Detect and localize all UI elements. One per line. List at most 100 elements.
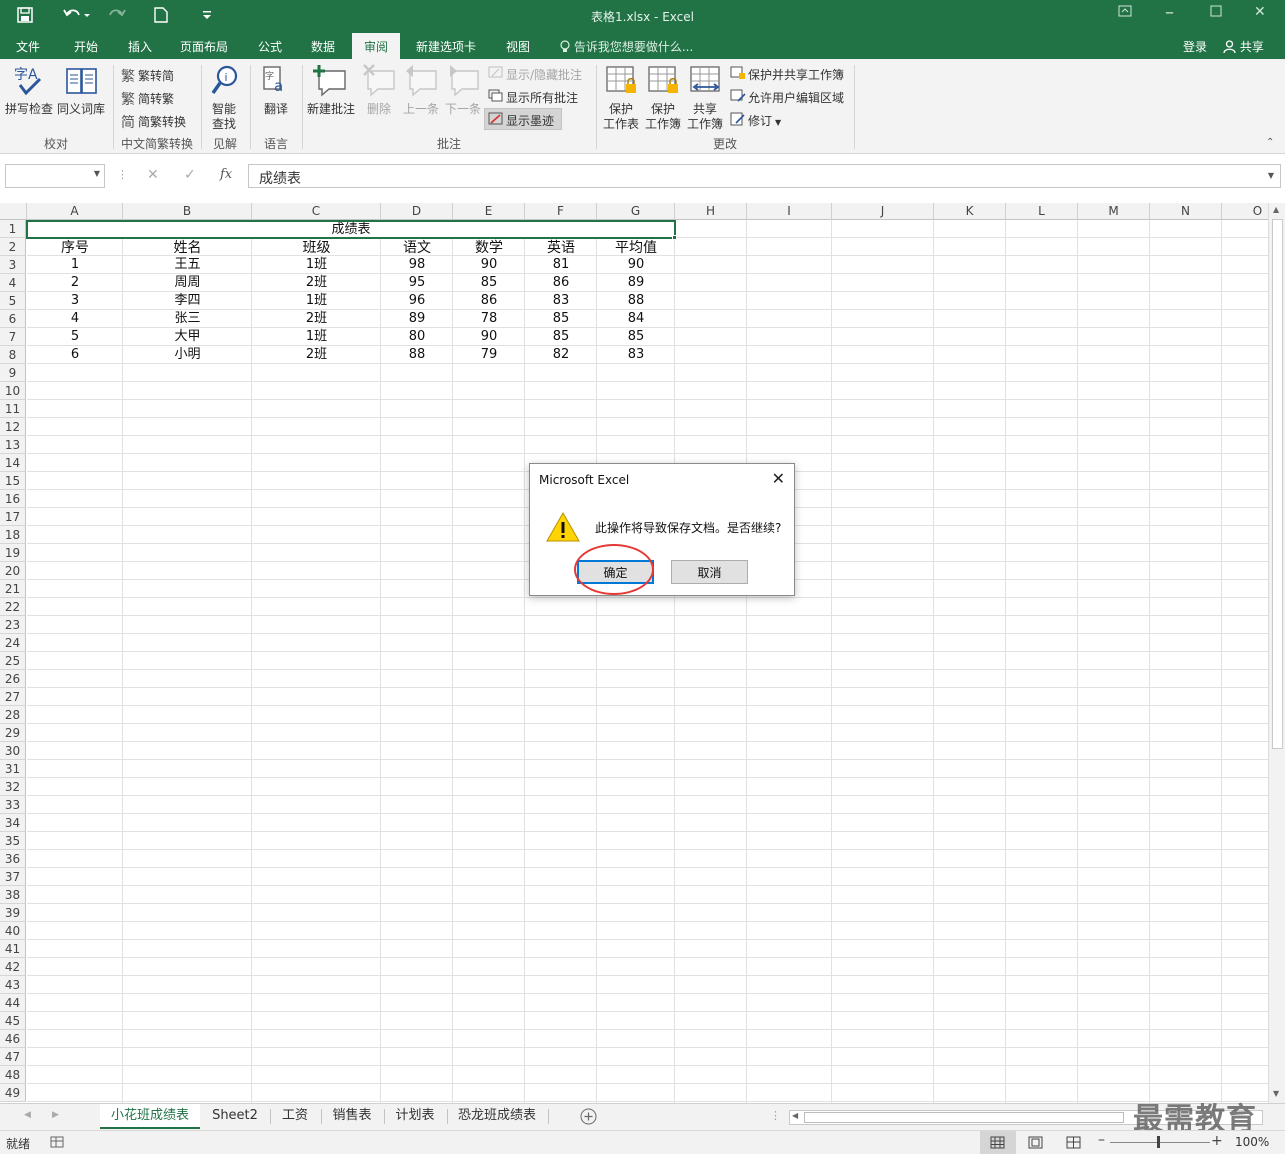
row-header[interactable]: 11 xyxy=(0,400,26,418)
data-cell[interactable]: 86 xyxy=(453,292,525,310)
zoom-slider-track[interactable] xyxy=(1110,1142,1210,1143)
row-header[interactable]: 8 xyxy=(0,346,26,364)
column-header[interactable]: K xyxy=(934,203,1006,220)
data-cell[interactable]: 90 xyxy=(453,256,525,274)
data-cell[interactable]: 3 xyxy=(27,292,123,310)
row-header[interactable]: 22 xyxy=(0,598,26,616)
data-cell[interactable]: 5 xyxy=(27,328,123,346)
data-cell[interactable]: 96 xyxy=(381,292,453,310)
tab-review[interactable]: 审阅 xyxy=(352,33,401,59)
protect-sheet-icon[interactable] xyxy=(606,65,638,100)
spell-check-icon[interactable]: 字A xyxy=(14,65,44,100)
select-all-corner[interactable] xyxy=(0,203,27,220)
data-cell[interactable]: 85 xyxy=(525,328,597,346)
row-header[interactable]: 44 xyxy=(0,994,26,1012)
spell-check-button[interactable]: 拼写检查 xyxy=(5,100,53,117)
chevron-down-icon[interactable]: ▼ xyxy=(94,169,100,178)
header-cell[interactable]: 英语 xyxy=(525,239,597,257)
horizontal-scroll-thumb[interactable] xyxy=(804,1112,1124,1123)
row-header[interactable]: 10 xyxy=(0,382,26,400)
data-cell[interactable]: 83 xyxy=(525,292,597,310)
data-cell[interactable]: 85 xyxy=(597,328,675,346)
tab-insert[interactable]: 插入 xyxy=(128,38,152,55)
row-header[interactable]: 19 xyxy=(0,544,26,562)
tab-formulas[interactable]: 公式 xyxy=(258,38,282,55)
track-changes-button[interactable]: 修订 ▼ xyxy=(748,112,781,129)
row-header[interactable]: 14 xyxy=(0,454,26,472)
row-header[interactable]: 4 xyxy=(0,274,26,292)
header-cell[interactable]: 班级 xyxy=(252,239,381,257)
header-cell[interactable]: 平均值 xyxy=(597,239,675,257)
confirm-entry-icon[interactable]: ✓ xyxy=(184,167,196,183)
data-cell[interactable]: 85 xyxy=(453,274,525,292)
data-cell[interactable]: 88 xyxy=(381,346,453,364)
data-cell[interactable]: 80 xyxy=(381,328,453,346)
sheet-tab[interactable]: 工资 xyxy=(272,1104,318,1129)
previous-comment-button[interactable]: 上一条 xyxy=(403,100,439,117)
row-header[interactable]: 46 xyxy=(0,1030,26,1048)
row-header[interactable]: 39 xyxy=(0,904,26,922)
cancel-button[interactable]: 取消 xyxy=(671,560,748,584)
row-header[interactable]: 25 xyxy=(0,652,26,670)
minimize-icon[interactable]: – xyxy=(1165,2,1174,23)
delete-comment-button[interactable]: 删除 xyxy=(367,100,391,117)
page-layout-view-icon[interactable] xyxy=(1028,1136,1043,1152)
add-sheet-icon[interactable] xyxy=(580,1108,597,1128)
row-header[interactable]: 13 xyxy=(0,436,26,454)
row-header[interactable]: 23 xyxy=(0,616,26,634)
row-header[interactable]: 45 xyxy=(0,1012,26,1030)
next-comment-button[interactable]: 下一条 xyxy=(445,100,481,117)
next-sheet-icon[interactable]: ▶ xyxy=(52,1110,59,1120)
protect-share-button[interactable]: 保护并共享工作簿 xyxy=(748,66,844,83)
close-icon[interactable]: ✕ xyxy=(1254,4,1266,20)
prev-sheet-icon[interactable]: ◀ xyxy=(24,1110,31,1120)
vertical-scrollbar[interactable]: ▲ ▼ xyxy=(1268,203,1285,1103)
tab-new-tab[interactable]: 新建选项卡 xyxy=(416,38,476,55)
data-cell[interactable]: 88 xyxy=(597,292,675,310)
chevron-down-icon[interactable]: ▼ xyxy=(1268,171,1274,180)
row-header[interactable]: 12 xyxy=(0,418,26,436)
data-cell[interactable]: 2班 xyxy=(252,274,381,292)
sheet-tab-active[interactable]: 小花班成绩表 xyxy=(100,1104,200,1129)
data-cell[interactable]: 2班 xyxy=(252,346,381,364)
row-header[interactable]: 24 xyxy=(0,634,26,652)
data-cell[interactable]: 89 xyxy=(597,274,675,292)
row-header[interactable]: 26 xyxy=(0,670,26,688)
tab-data[interactable]: 数据 xyxy=(311,38,335,55)
column-header[interactable]: I xyxy=(747,203,832,220)
data-cell[interactable]: 张三 xyxy=(123,310,252,328)
scroll-left-icon[interactable]: ◀ xyxy=(792,1111,798,1120)
row-header[interactable]: 18 xyxy=(0,526,26,544)
data-cell[interactable]: 81 xyxy=(525,256,597,274)
tab-view[interactable]: 视图 xyxy=(506,38,530,55)
row-header[interactable]: 30 xyxy=(0,742,26,760)
ribbon-display-icon[interactable] xyxy=(1118,5,1132,20)
column-header[interactable]: O xyxy=(1222,203,1268,220)
row-header[interactable]: 36 xyxy=(0,850,26,868)
row-header[interactable]: 35 xyxy=(0,832,26,850)
sign-in-link[interactable]: 登录 xyxy=(1183,38,1207,55)
row-header[interactable]: 38 xyxy=(0,886,26,904)
data-cell[interactable]: 95 xyxy=(381,274,453,292)
data-cell[interactable]: 89 xyxy=(381,310,453,328)
data-cell[interactable]: 86 xyxy=(525,274,597,292)
data-cell[interactable]: 周周 xyxy=(123,274,252,292)
row-header[interactable]: 29 xyxy=(0,724,26,742)
row-header[interactable]: 3 xyxy=(0,256,26,274)
column-header[interactable]: B xyxy=(123,203,252,220)
insert-function-icon[interactable]: fx xyxy=(220,167,232,182)
delete-comment-icon[interactable] xyxy=(362,63,398,100)
tab-page-layout[interactable]: 页面布局 xyxy=(180,38,228,55)
row-header[interactable]: 15 xyxy=(0,472,26,490)
row-header[interactable]: 16 xyxy=(0,490,26,508)
data-cell[interactable]: 6 xyxy=(27,346,123,364)
data-cell[interactable]: 4 xyxy=(27,310,123,328)
show-ink-button[interactable]: 显示墨迹 xyxy=(506,112,554,129)
header-cell[interactable]: 序号 xyxy=(27,239,123,257)
row-header[interactable]: 40 xyxy=(0,922,26,940)
next-comment-icon[interactable] xyxy=(446,63,482,100)
data-cell[interactable]: 85 xyxy=(525,310,597,328)
smart-lookup-button-line2[interactable]: 查找 xyxy=(212,115,236,132)
page-break-view-icon[interactable] xyxy=(1066,1136,1081,1152)
row-header[interactable]: 33 xyxy=(0,796,26,814)
